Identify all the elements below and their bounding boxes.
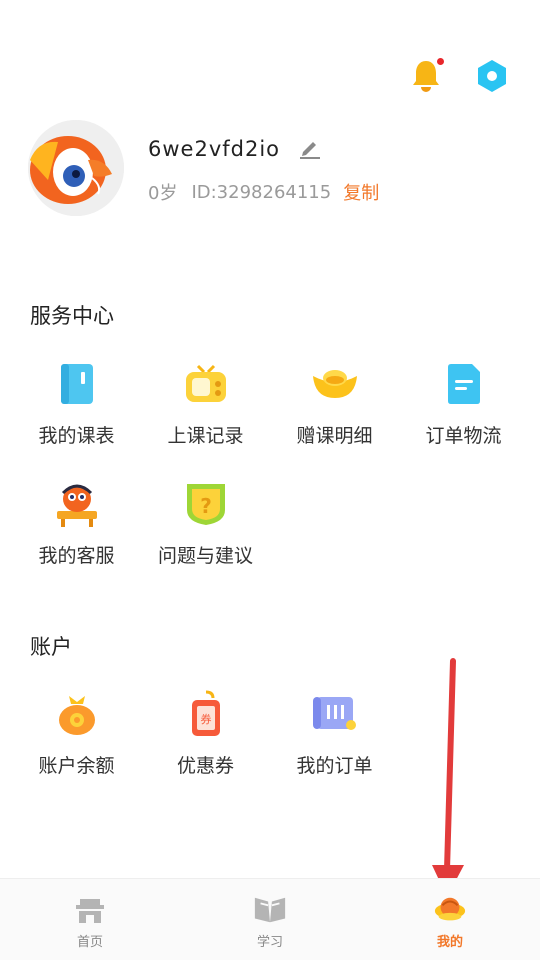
service-item-feedback[interactable]: ? 问题与建议 <box>141 465 270 585</box>
user-id-text: ID:3298264115 <box>191 181 332 203</box>
service-item-order-logistics[interactable]: 订单物流 <box>399 345 528 465</box>
settings-icon[interactable] <box>474 58 510 94</box>
service-item-label: 赠课明细 <box>296 425 373 447</box>
account-item-coupon[interactable]: 券 优惠券 <box>141 675 270 795</box>
tv-record-icon <box>181 359 231 409</box>
tab-label: 首页 <box>76 935 103 950</box>
question-shield-icon: ? <box>181 479 231 529</box>
account-title: 账户 <box>30 635 72 659</box>
edit-pencil-icon[interactable] <box>298 137 322 161</box>
copy-id-button[interactable]: 复制 <box>343 179 379 205</box>
home-icon <box>73 893 107 927</box>
tab-mine[interactable]: 我的 <box>360 879 540 960</box>
mine-mascot-icon <box>433 893 467 927</box>
svg-text:?: ? <box>200 494 212 518</box>
profile-meta: 0岁 ID:3298264115 复制 <box>148 179 379 205</box>
bell-icon[interactable] <box>408 58 444 94</box>
service-item-label: 我的客服 <box>38 545 115 567</box>
money-bag-icon <box>52 689 102 739</box>
study-book-icon <box>253 893 287 927</box>
tab-study[interactable]: 学习 <box>180 879 360 960</box>
customer-service-icon <box>52 479 102 529</box>
account-item-label: 我的订单 <box>296 755 373 777</box>
service-item-label: 我的课表 <box>38 425 115 447</box>
schedule-book-icon <box>52 359 102 409</box>
service-item-customer-service[interactable]: 我的客服 <box>12 465 141 585</box>
username: 6we2vfd2io <box>148 137 281 161</box>
profile-card: 6we2vfd2io 0岁 ID:3298264115 复制 <box>28 120 379 216</box>
notification-dot <box>437 58 444 65</box>
account-item-orders[interactable]: 我的订单 <box>270 675 399 795</box>
name-row: 6we2vfd2io <box>148 131 379 167</box>
account-item-label: 账户余额 <box>38 755 115 777</box>
gold-ingot-icon <box>310 359 360 409</box>
age-text: 0岁 <box>148 183 178 204</box>
bottom-tab-bar: 首页 学习 我的 <box>0 878 540 960</box>
service-item-label: 问题与建议 <box>157 545 253 567</box>
service-center-title: 服务中心 <box>30 304 114 328</box>
order-scroll-icon <box>310 689 360 739</box>
tab-label: 我的 <box>436 935 463 950</box>
header-actions <box>408 58 510 94</box>
account-grid: 账户余额 券 优惠券 我的订单 <box>12 675 528 795</box>
service-item-schedule[interactable]: 我的课表 <box>12 345 141 465</box>
profile-page: 6we2vfd2io 0岁 ID:3298264115 复制 服务中心 我的课表… <box>0 0 540 960</box>
service-center-grid: 我的课表 上课记录 赠课明细 订单物流 我的客服 ? 问题与建议 <box>12 345 528 585</box>
avatar[interactable] <box>28 120 124 216</box>
account-item-label: 优惠券 <box>176 755 234 777</box>
svg-text:券: 券 <box>200 712 211 726</box>
tab-home[interactable]: 首页 <box>0 879 180 960</box>
service-item-class-record[interactable]: 上课记录 <box>141 345 270 465</box>
service-item-gift-class[interactable]: 赠课明细 <box>270 345 399 465</box>
service-item-label: 订单物流 <box>425 425 502 447</box>
service-item-label: 上课记录 <box>167 425 244 447</box>
tab-label: 学习 <box>256 935 283 950</box>
account-item-balance[interactable]: 账户余额 <box>12 675 141 795</box>
profile-info: 6we2vfd2io 0岁 ID:3298264115 复制 <box>148 131 379 205</box>
document-icon <box>439 359 489 409</box>
coupon-icon: 券 <box>181 689 231 739</box>
